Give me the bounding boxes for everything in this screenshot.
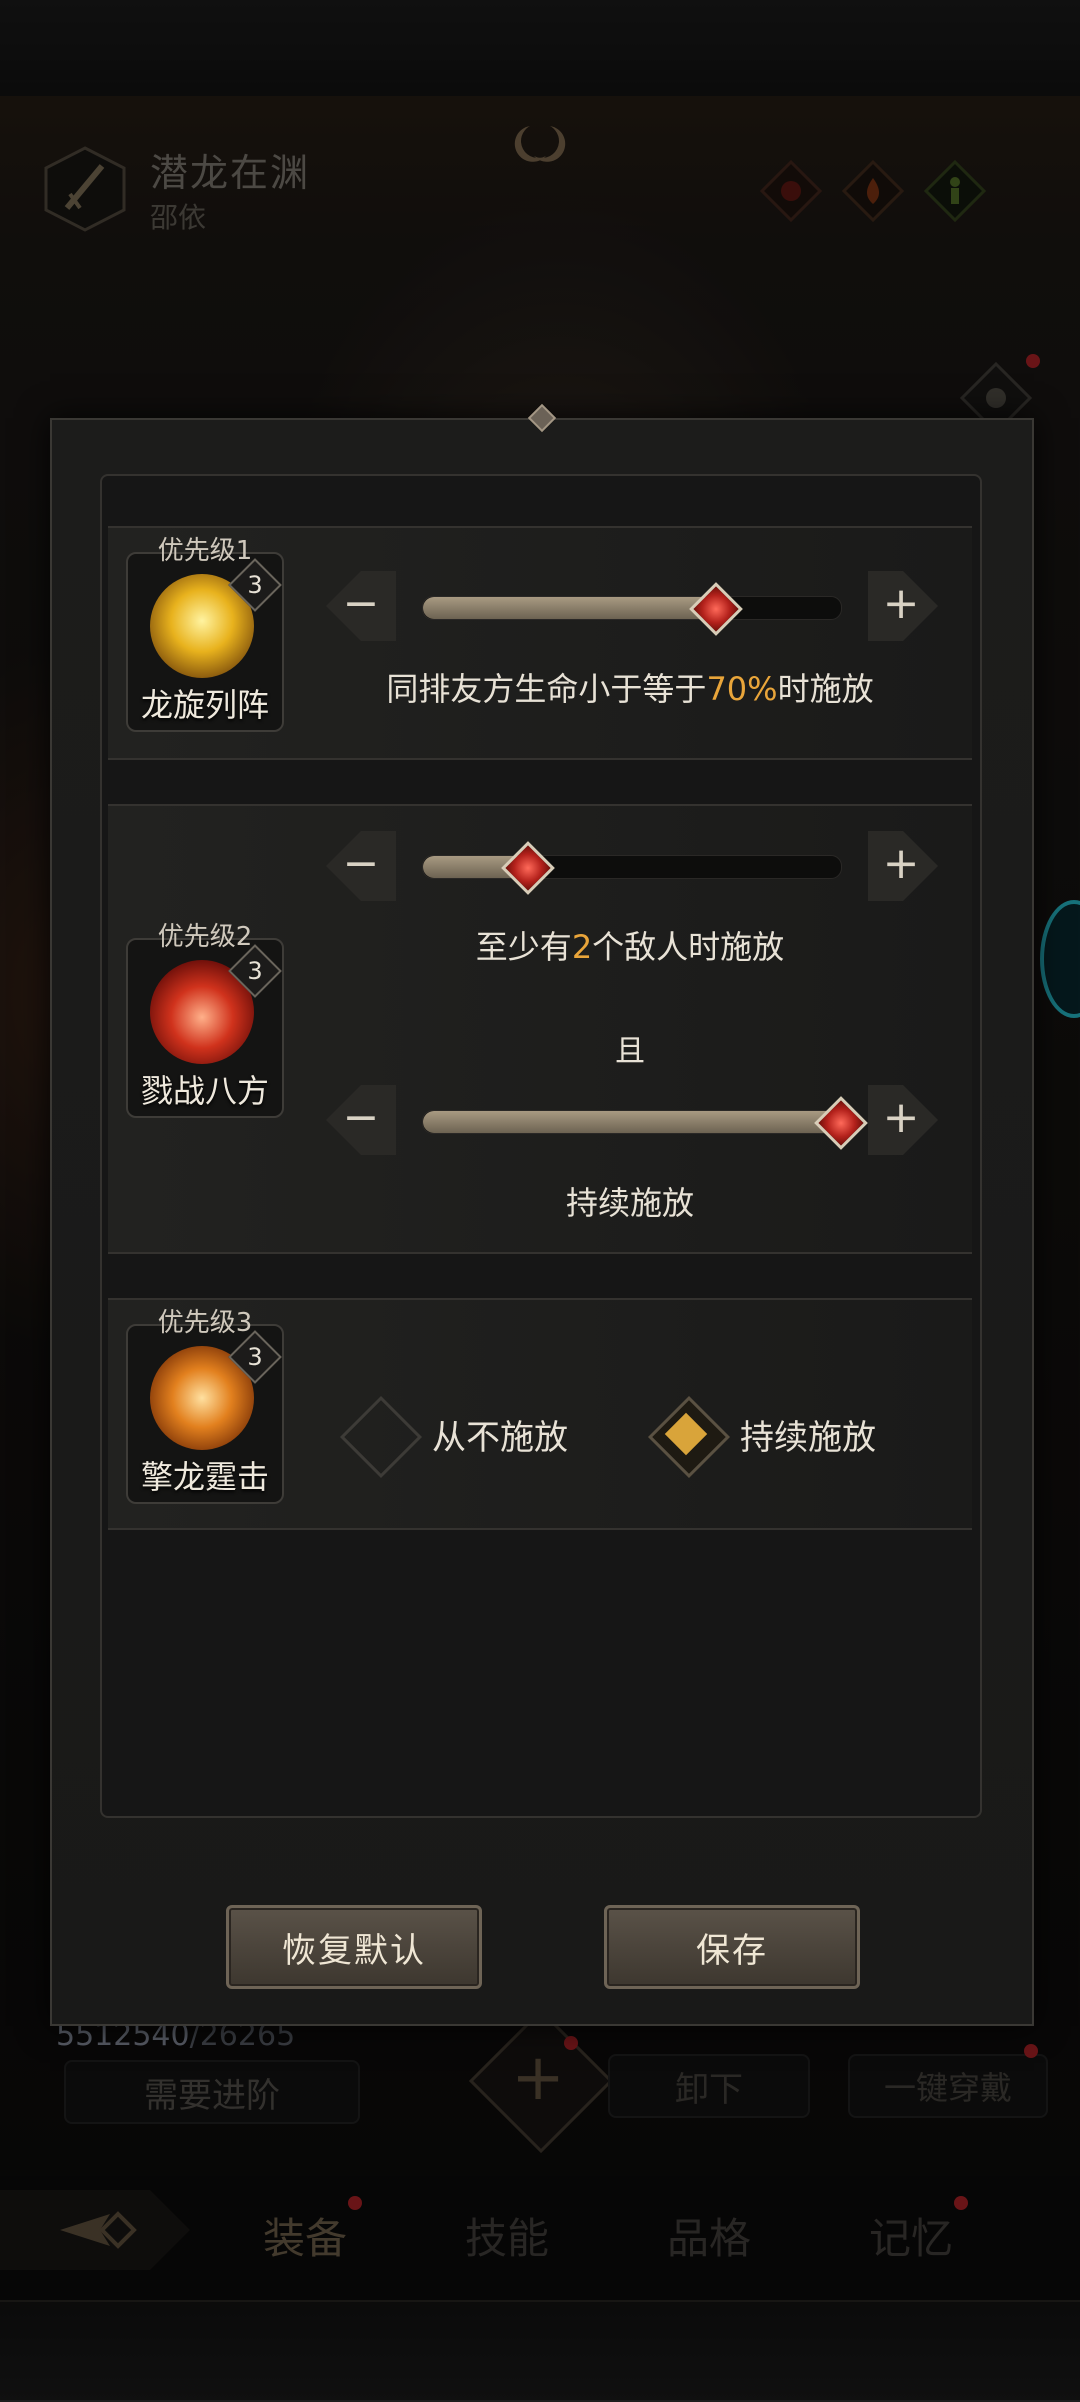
- condition-text: 至少有2个敌人时施放: [330, 922, 930, 968]
- reset-default-button[interactable]: 恢复默认: [226, 1905, 482, 1989]
- slider-fill: [423, 597, 716, 619]
- skill-level: 3: [247, 1343, 263, 1371]
- duration-slider[interactable]: [422, 1110, 842, 1134]
- skill-name: 龙旋列阵: [140, 686, 269, 724]
- skill-name: 戮战八方: [140, 1072, 269, 1110]
- condition-text-2: 持续施放: [565, 1184, 694, 1222]
- skill-level: 3: [247, 571, 263, 599]
- condition-text: 同排友方生命小于等于70%时施放: [330, 664, 930, 710]
- decrease-button[interactable]: −: [336, 581, 386, 631]
- hp-threshold-slider[interactable]: [422, 596, 842, 620]
- condition-value: 2: [571, 928, 593, 966]
- priority-label: 优先级3: [157, 1308, 253, 1338]
- priority-label: 优先级1: [157, 536, 253, 566]
- skill-card-2[interactable]: 优先级2 3 戮战八方: [126, 916, 284, 1118]
- skill-name: 擎龙霆击: [140, 1458, 269, 1496]
- never-cast-label[interactable]: 从不施放: [432, 1410, 568, 1459]
- condition-prefix: 同排友方生命小于等于: [386, 670, 707, 708]
- and-connector: 且: [615, 1034, 645, 1069]
- decrease-button[interactable]: −: [336, 1095, 386, 1145]
- condition-suffix: 个敌人时施放: [592, 928, 785, 966]
- condition-suffix: 时施放: [777, 670, 874, 708]
- save-button[interactable]: 保存: [604, 1905, 860, 1989]
- skill-card-3[interactable]: 优先级3 3 擎龙霆击: [126, 1302, 284, 1504]
- condition-prefix: 至少有: [475, 928, 572, 966]
- increase-button[interactable]: +: [876, 581, 926, 631]
- increase-button[interactable]: +: [876, 841, 926, 891]
- decrease-button[interactable]: −: [336, 841, 386, 891]
- skill-level: 3: [247, 957, 263, 985]
- slider-fill: [423, 1111, 841, 1133]
- increase-button[interactable]: +: [876, 1095, 926, 1145]
- enemy-count-slider[interactable]: [422, 855, 842, 879]
- condition-value: 70%: [706, 670, 778, 708]
- priority-label: 优先级2: [157, 922, 253, 952]
- skill-card-1[interactable]: 优先级1 3 龙旋列阵: [126, 530, 284, 732]
- always-cast-label[interactable]: 持续施放: [740, 1410, 876, 1459]
